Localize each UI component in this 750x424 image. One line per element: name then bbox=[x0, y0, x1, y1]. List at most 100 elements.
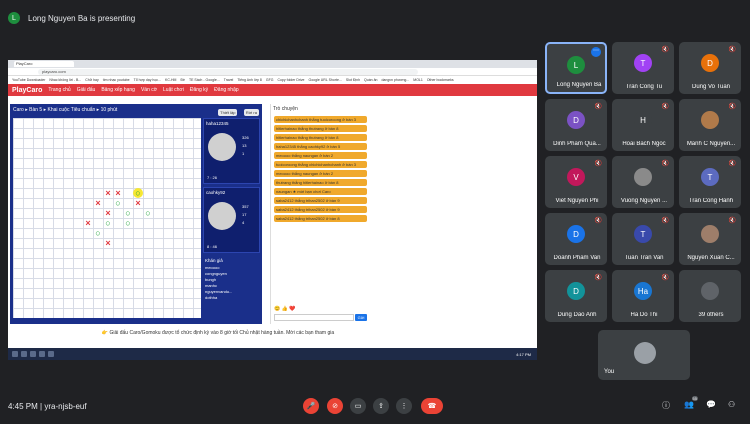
bookmark-item[interactable]: Quán ăn bbox=[364, 78, 377, 82]
bookmark-item[interactable]: MOL1 bbox=[413, 78, 423, 82]
spectators-list: Khán giả meoooo congnguyen bungh manhc nguye… bbox=[203, 256, 260, 303]
participant-name: Dung Vo Tuan bbox=[691, 84, 731, 90]
browser-toolbar: playcaro.com bbox=[8, 68, 537, 76]
chat-message: haha12345 thắng caohky92 ở bàn 5 bbox=[274, 143, 367, 150]
participant-tile[interactable]: D Dung Vo Tuan 🔇 bbox=[679, 42, 741, 94]
self-tile[interactable]: You bbox=[598, 330, 690, 380]
bookmark-item[interactable]: tìm nhạc youtube bbox=[103, 78, 130, 82]
chat-send-button[interactable]: Gửi bbox=[355, 314, 367, 321]
more-options-button[interactable]: ⋮ bbox=[396, 398, 412, 414]
participant-name: 39 others bbox=[698, 312, 724, 318]
taskbar-app-icon[interactable] bbox=[39, 351, 45, 357]
chat-input[interactable] bbox=[274, 314, 354, 321]
bookmark-item[interactable]: Other bookmarks bbox=[427, 78, 454, 82]
chat-message: meoooo thắng naungan ở bàn 2 bbox=[274, 152, 367, 159]
mic-muted-icon: 🔇 bbox=[661, 275, 669, 281]
taskbar-app-icon[interactable] bbox=[30, 351, 36, 357]
playcaro-logo[interactable]: PlayCaro bbox=[12, 87, 42, 94]
emoji-row[interactable]: 😊 👍 ❤️ bbox=[274, 306, 295, 312]
chat-message: hitlerhainao thắng thutrang ở bàn 8 bbox=[274, 134, 367, 141]
browser-tab[interactable]: PlayCaro bbox=[14, 61, 74, 67]
chat-message: meoooo thắng naungan ở bàn 2 bbox=[274, 170, 367, 177]
bookmark-item[interactable]: GFG bbox=[266, 78, 274, 82]
shared-screen[interactable]: PlayCaro playcaro.com YouTube Downloader… bbox=[8, 60, 537, 360]
bookmark-item[interactable]: YouTube Downloader bbox=[12, 78, 45, 82]
board-mark-x: × bbox=[135, 198, 141, 208]
present-button[interactable]: ⇪ bbox=[373, 398, 389, 414]
address-bar[interactable]: playcaro.com bbox=[38, 68, 418, 75]
bookmark-item[interactable]: Google URL Shorte... bbox=[309, 78, 342, 82]
bookmark-item[interactable]: TE Sách - Google... bbox=[189, 78, 220, 82]
player-stat: 17 bbox=[242, 212, 247, 217]
bookmark-item[interactable]: Copy folder Drive bbox=[277, 78, 304, 82]
participant-tile[interactable]: D Doanh Pham Van 🔇 bbox=[545, 213, 607, 265]
activities-icon[interactable]: ⚇ bbox=[728, 400, 735, 409]
participant-tile[interactable]: L Long Nguyen Ba ⋯ bbox=[545, 42, 607, 94]
game-area: Caro ▸ Bàn 5 ▸ Khai cuộc Tiêu chuẩn ▸ 10… bbox=[10, 104, 262, 324]
nav-rules[interactable]: Luật chơi bbox=[163, 87, 184, 93]
mic-muted-icon: 🔇 bbox=[594, 218, 602, 224]
mic-muted-icon: 🔇 bbox=[661, 161, 669, 167]
nav-tournament[interactable]: Giải đấu bbox=[77, 87, 96, 93]
participant-tile[interactable]: Manh C Nguyen... 🔇 bbox=[679, 99, 741, 151]
nav-games[interactable]: Ván cờ bbox=[141, 87, 157, 93]
start-icon[interactable] bbox=[12, 351, 18, 357]
participant-tile[interactable]: H Hoai Bach Ngoc 🔇 bbox=[612, 99, 674, 151]
participant-tile[interactable]: T Tuan Tran Van 🔇 bbox=[612, 213, 674, 265]
participant-tile[interactable]: 39 others bbox=[679, 270, 741, 322]
people-icon[interactable]: 👥 55 bbox=[684, 396, 698, 409]
participant-options-icon[interactable]: ⋯ bbox=[591, 47, 601, 57]
participant-tile[interactable]: Ha Ha Do Thi 🔇 bbox=[612, 270, 674, 322]
board-mark-x: × bbox=[105, 238, 111, 248]
participant-avatar: T bbox=[634, 225, 652, 243]
participant-tile[interactable]: T Tran Cong Hanh 🔇 bbox=[679, 156, 741, 208]
chat-message: hitlerhainao thắng thutrang ở bàn 8 bbox=[274, 125, 367, 132]
participant-tile[interactable]: T Tran Cong Tu 🔇 bbox=[612, 42, 674, 94]
participant-tile[interactable]: D Dinh Pham Qua... 🔇 bbox=[545, 99, 607, 151]
participant-tile[interactable]: D Dung Dao Anh 🔇 bbox=[545, 270, 607, 322]
self-avatar bbox=[634, 342, 656, 364]
chat-icon[interactable]: 💬 bbox=[706, 400, 716, 409]
bookmark-item[interactable]: Tổ hợp dạy học... bbox=[134, 78, 161, 82]
participant-name: Tuan Tran Van bbox=[624, 255, 664, 261]
captions-button[interactable]: ▭ bbox=[350, 398, 366, 414]
bookmark-item[interactable]: Chữ hay bbox=[85, 78, 98, 82]
end-call-button[interactable]: ☎ bbox=[421, 398, 443, 414]
participant-avatar: D bbox=[567, 225, 585, 243]
participant-avatar: D bbox=[567, 111, 585, 129]
bookmark-item[interactable]: Slot Định bbox=[346, 78, 360, 82]
leave-button[interactable]: Rời ra bbox=[243, 109, 259, 116]
nav-ranking[interactable]: Bảng xếp hạng bbox=[101, 87, 135, 93]
bookmark-item[interactable]: dangvn phương... bbox=[381, 78, 409, 82]
info-icon[interactable]: ⓘ bbox=[662, 400, 670, 411]
participant-tile[interactable]: Vuong Nguyen ... 🔇 bbox=[612, 156, 674, 208]
participant-name: Manh C Nguyen... bbox=[686, 141, 736, 147]
chat-message: chichichanhchanh thắng tuoicoroong ở bàn… bbox=[274, 116, 367, 123]
board-mark-x: × bbox=[115, 188, 121, 198]
bookmark-item[interactable]: Travel bbox=[224, 78, 234, 82]
board-mark-o: ○ bbox=[105, 218, 111, 228]
taskbar-app-icon[interactable] bbox=[48, 351, 54, 357]
taskbar-app-icon[interactable] bbox=[21, 351, 27, 357]
bookmark-item[interactable]: KC-HM bbox=[165, 78, 176, 82]
bookmark-item[interactable]: Nhac không lời - B... bbox=[49, 78, 81, 82]
bookmark-item[interactable]: Đề bbox=[180, 78, 184, 82]
mic-muted-icon: 🔇 bbox=[661, 47, 669, 53]
mic-off-button[interactable]: 🎤 bbox=[303, 398, 319, 414]
participant-tile[interactable]: V Viet Nguyen Phi 🔇 bbox=[545, 156, 607, 208]
caro-board[interactable]: × × ○ ○ × × × ○ ○ × ○ ○ ○ × bbox=[13, 118, 201, 318]
player-avatar bbox=[208, 202, 236, 230]
settings-button[interactable]: Thiết lập bbox=[218, 109, 238, 116]
camera-off-button[interactable]: ⊘ bbox=[327, 398, 343, 414]
nav-login[interactable]: Đăng nhập bbox=[214, 87, 238, 93]
participant-name: Ha Do Thi bbox=[630, 312, 658, 318]
mic-muted-icon: 🔇 bbox=[594, 104, 602, 110]
nav-register[interactable]: Đăng ký bbox=[190, 87, 208, 93]
bookmark-item[interactable]: Tiếng Anh lớp 8 bbox=[237, 78, 262, 82]
nav-home[interactable]: Trang chủ bbox=[48, 87, 70, 93]
game-breadcrumb: Caro ▸ Bàn 5 ▸ Khai cuộc Tiêu chuẩn ▸ 10… bbox=[13, 107, 118, 113]
participant-tile[interactable]: Nguyen Xuan C... 🔇 bbox=[679, 213, 741, 265]
board-mark-o: ○ bbox=[133, 188, 143, 198]
participant-avatar: H bbox=[634, 111, 652, 129]
spectator-item: dothha bbox=[205, 295, 218, 300]
